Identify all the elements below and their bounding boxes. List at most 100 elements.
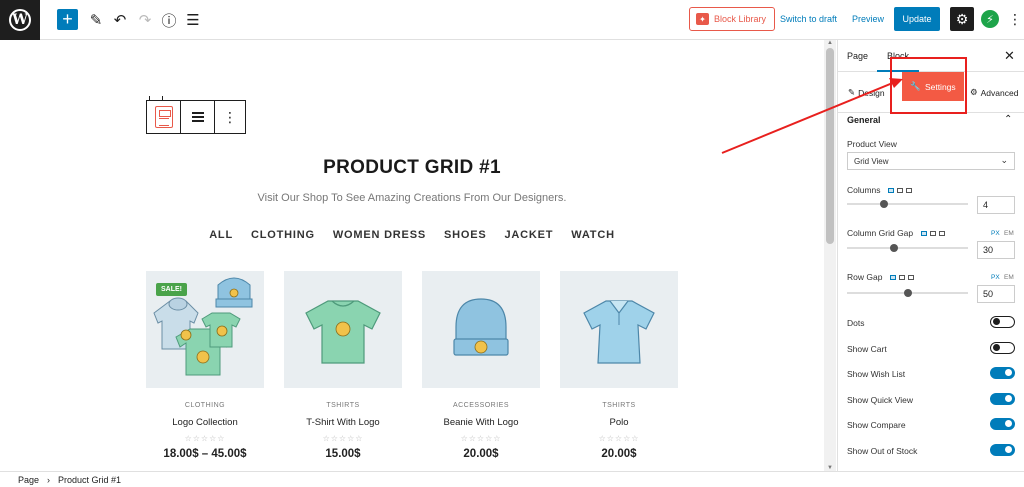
product-card[interactable]: ACCESSORIES Beanie With Logo ☆☆☆☆☆ 20.00… <box>422 271 540 460</box>
row-gap-label-text: Row Gap <box>847 272 883 282</box>
product-name[interactable]: T-Shirt With Logo <box>284 417 402 428</box>
close-icon[interactable]: ✕ <box>1004 48 1015 64</box>
desktop-icon[interactable] <box>889 275 896 281</box>
show-quick-view-label: Show Quick View <box>847 395 913 405</box>
mobile-icon[interactable] <box>938 231 945 237</box>
gear-icon: ⚙ <box>970 87 978 97</box>
show-compare-toggle[interactable] <box>990 418 1015 430</box>
editor-scrollbar[interactable]: ▲ ▼ <box>824 40 836 471</box>
show-wish-list-label: Show Wish List <box>847 369 906 379</box>
product-card[interactable]: TSHIRTS T-Shirt With Logo ☆☆☆☆☆ 15.00$ <box>284 271 402 460</box>
show-compare-label: Show Compare <box>847 420 906 430</box>
subtab-design[interactable]: ✎ Design <box>848 87 885 98</box>
subtab-advanced[interactable]: ⚙ Advanced <box>970 87 1018 98</box>
row-gap-input[interactable]: 50 <box>977 285 1015 303</box>
filter-women-dress[interactable]: WOMEN DRESS <box>333 229 426 241</box>
show-wish-list-toggle[interactable] <box>990 367 1015 379</box>
responsive-devices <box>887 188 912 194</box>
page-title: PRODUCT GRID #1 <box>323 157 501 178</box>
responsive-devices <box>889 275 914 281</box>
subtab-advanced-label: Advanced <box>980 87 1019 98</box>
unit-px[interactable]: PX <box>991 230 1000 237</box>
slider-knob[interactable] <box>889 244 898 252</box>
tshirt-image <box>305 300 381 364</box>
breadcrumb: Page › Product Grid #1 <box>0 471 1024 487</box>
product-image[interactable] <box>284 271 402 388</box>
editor-screen: W + ✎ ↶ ↷ ⓘ ☰ ✦ Block Library Switch to … <box>0 0 1024 487</box>
show-out-of-stock-toggle[interactable] <box>990 444 1015 456</box>
product-name[interactable]: Beanie With Logo <box>422 417 540 428</box>
filter-clothing[interactable]: CLOTHING <box>251 229 315 241</box>
product-category[interactable]: TSHIRTS <box>284 402 402 409</box>
product-image[interactable]: SALE! <box>146 271 264 388</box>
product-view-value: Grid View <box>854 156 889 166</box>
product-category[interactable]: TSHIRTS <box>560 402 678 409</box>
rating-stars-icon: ☆☆☆☆☆ <box>322 434 364 443</box>
tablet-icon[interactable] <box>929 231 936 237</box>
show-out-of-stock-label: Show Out of Stock <box>847 446 918 456</box>
block-options-button[interactable]: ⋮ <box>215 101 245 133</box>
product-card[interactable]: SALE! CLOTHING Logo Collection ☆☆☆☆☆ 18.… <box>146 271 264 460</box>
unit-em[interactable]: EM <box>1004 230 1014 237</box>
sale-badge: SALE! <box>156 283 187 296</box>
product-image[interactable] <box>560 271 678 388</box>
breadcrumb-page[interactable]: Page <box>18 475 39 485</box>
product-category[interactable]: CLOTHING <box>146 402 264 409</box>
tablet-icon[interactable] <box>896 188 903 194</box>
more-options-icon[interactable]: ⋮ <box>1008 11 1022 28</box>
editor-canvas: ⋮ PRODUCT GRID #1 Visit Our Shop To See … <box>0 0 837 471</box>
columns-label: Columns <box>847 185 912 195</box>
update-button[interactable]: Update <box>894 7 940 31</box>
product-view-select[interactable]: Grid View ⌄ <box>847 152 1015 170</box>
mobile-icon[interactable] <box>907 275 914 281</box>
filter-shoes[interactable]: SHOES <box>444 229 487 241</box>
dots-label: Dots <box>847 318 865 328</box>
breadcrumb-current[interactable]: Product Grid #1 <box>58 475 121 485</box>
column-gap-label-text: Column Grid Gap <box>847 228 914 238</box>
rating-stars-icon: ☆☆☆☆☆ <box>598 434 640 443</box>
product-image[interactable] <box>422 271 540 388</box>
filter-all[interactable]: ALL <box>209 229 233 241</box>
dots-toggle[interactable] <box>990 316 1015 328</box>
block-type-button[interactable] <box>147 101 181 133</box>
unit-em[interactable]: EM <box>1004 274 1014 281</box>
align-button[interactable] <box>181 101 215 133</box>
gear-icon[interactable]: ⚙ <box>950 7 974 31</box>
mobile-icon[interactable] <box>905 188 912 194</box>
columns-label-text: Columns <box>847 185 881 195</box>
scrollbar-thumb[interactable] <box>826 48 834 244</box>
vertical-dots-icon: ⋮ <box>223 109 237 125</box>
product-price: 20.00$ <box>463 448 499 460</box>
columns-input[interactable]: 4 <box>977 196 1015 214</box>
category-filters: ALL CLOTHING WOMEN DRESS SHOES JACKET WA… <box>0 229 824 241</box>
scroll-up-icon[interactable]: ▲ <box>827 40 833 46</box>
slider-knob[interactable] <box>879 200 888 208</box>
product-name[interactable]: Polo <box>560 417 678 428</box>
pin-icon: ✎ <box>848 87 856 97</box>
filter-watch[interactable]: WATCH <box>571 229 615 241</box>
product-category[interactable]: ACCESSORIES <box>422 402 540 409</box>
column-gap-slider[interactable] <box>847 244 968 252</box>
unit-px[interactable]: PX <box>991 274 1000 281</box>
tablet-icon[interactable] <box>898 275 905 281</box>
preview-link[interactable]: Preview <box>852 14 884 24</box>
show-cart-toggle[interactable] <box>990 342 1015 354</box>
beanie-image <box>453 298 509 356</box>
product-card[interactable]: TSHIRTS Polo ☆☆☆☆☆ 20.00$ <box>560 271 678 460</box>
slider-knob[interactable] <box>903 289 912 297</box>
subtab-design-label: Design <box>858 87 885 98</box>
desktop-icon[interactable] <box>887 188 894 194</box>
tab-page[interactable]: Page <box>847 51 868 61</box>
desktop-icon[interactable] <box>920 231 927 237</box>
bolt-icon[interactable]: ⚡ <box>981 10 999 28</box>
section-general-title[interactable]: General <box>847 115 881 125</box>
show-quick-view-toggle[interactable] <box>990 393 1015 405</box>
columns-slider[interactable] <box>847 200 968 208</box>
filter-jacket[interactable]: JACKET <box>504 229 553 241</box>
column-gap-input[interactable]: 30 <box>977 241 1015 259</box>
product-name[interactable]: Logo Collection <box>146 417 264 428</box>
row-gap-slider[interactable] <box>847 289 968 297</box>
product-view-label: Product View <box>847 139 897 149</box>
show-cart-label: Show Cart <box>847 344 887 354</box>
chevron-up-icon[interactable]: ⌃ <box>1004 114 1012 125</box>
